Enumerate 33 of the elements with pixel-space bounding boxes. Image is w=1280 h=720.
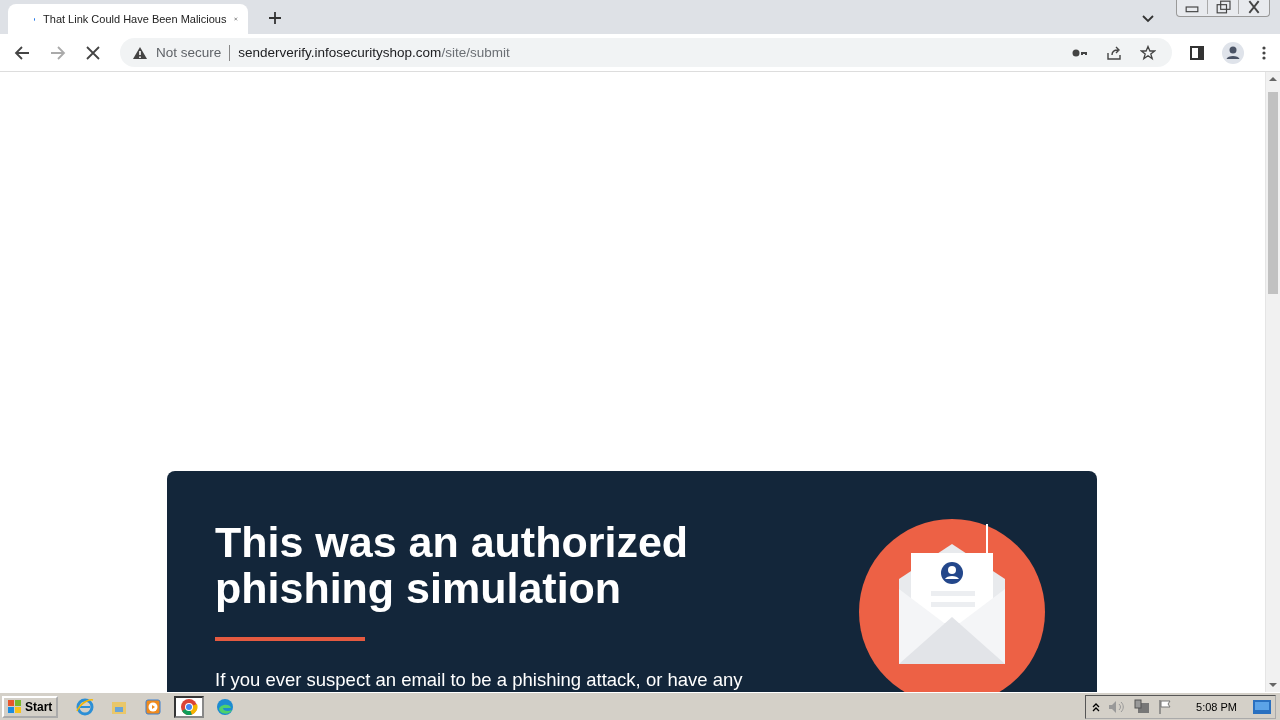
scroll-thumb[interactable] (1268, 92, 1278, 294)
show-desktop-icon[interactable] (1253, 699, 1271, 714)
clock[interactable]: 5:08 PM (1196, 700, 1237, 713)
side-panel-icon[interactable] (1190, 45, 1204, 60)
network-icon[interactable] (1134, 698, 1151, 715)
tab-search-icon[interactable] (1142, 15, 1154, 23)
edge-icon (216, 697, 235, 716)
security-label: Not secure (156, 45, 222, 60)
chrome-icon (180, 697, 199, 716)
browser-tab[interactable]: That Link Could Have Been Malicious (8, 4, 248, 34)
profile-icon[interactable] (1222, 41, 1244, 64)
share-icon[interactable] (1106, 44, 1122, 61)
key-icon[interactable] (1072, 47, 1088, 58)
warning-icon (132, 45, 148, 60)
scrollbar[interactable] (1265, 72, 1280, 692)
window-controls[interactable] (1176, 0, 1270, 17)
browser-e-icon (76, 697, 95, 716)
scroll-down-icon[interactable] (1269, 682, 1277, 688)
url-text: senderverify.infosecurityshop.com/site/submit (238, 45, 510, 60)
scroll-up-icon[interactable] (1269, 76, 1277, 82)
menu-icon[interactable] (1262, 45, 1266, 60)
media-player-icon (144, 697, 163, 716)
show-hidden-icon[interactable] (1092, 701, 1101, 712)
notice-text: If you ever suspect an email to be a phishing attack, or have any (215, 669, 744, 691)
windows-logo-icon (8, 699, 22, 714)
notice-heading: This was an authorized phishing simulation (215, 519, 690, 611)
new-tab-icon[interactable] (268, 11, 282, 25)
back-icon[interactable] (14, 44, 30, 61)
address-bar[interactable]: Not secure senderverify.infosecurityshop.com/site/submit (120, 38, 1172, 67)
star-icon[interactable] (1140, 44, 1156, 61)
start-button[interactable]: Start (2, 695, 59, 718)
stop-icon[interactable] (86, 45, 100, 60)
taskbar-app[interactable] (174, 695, 205, 718)
